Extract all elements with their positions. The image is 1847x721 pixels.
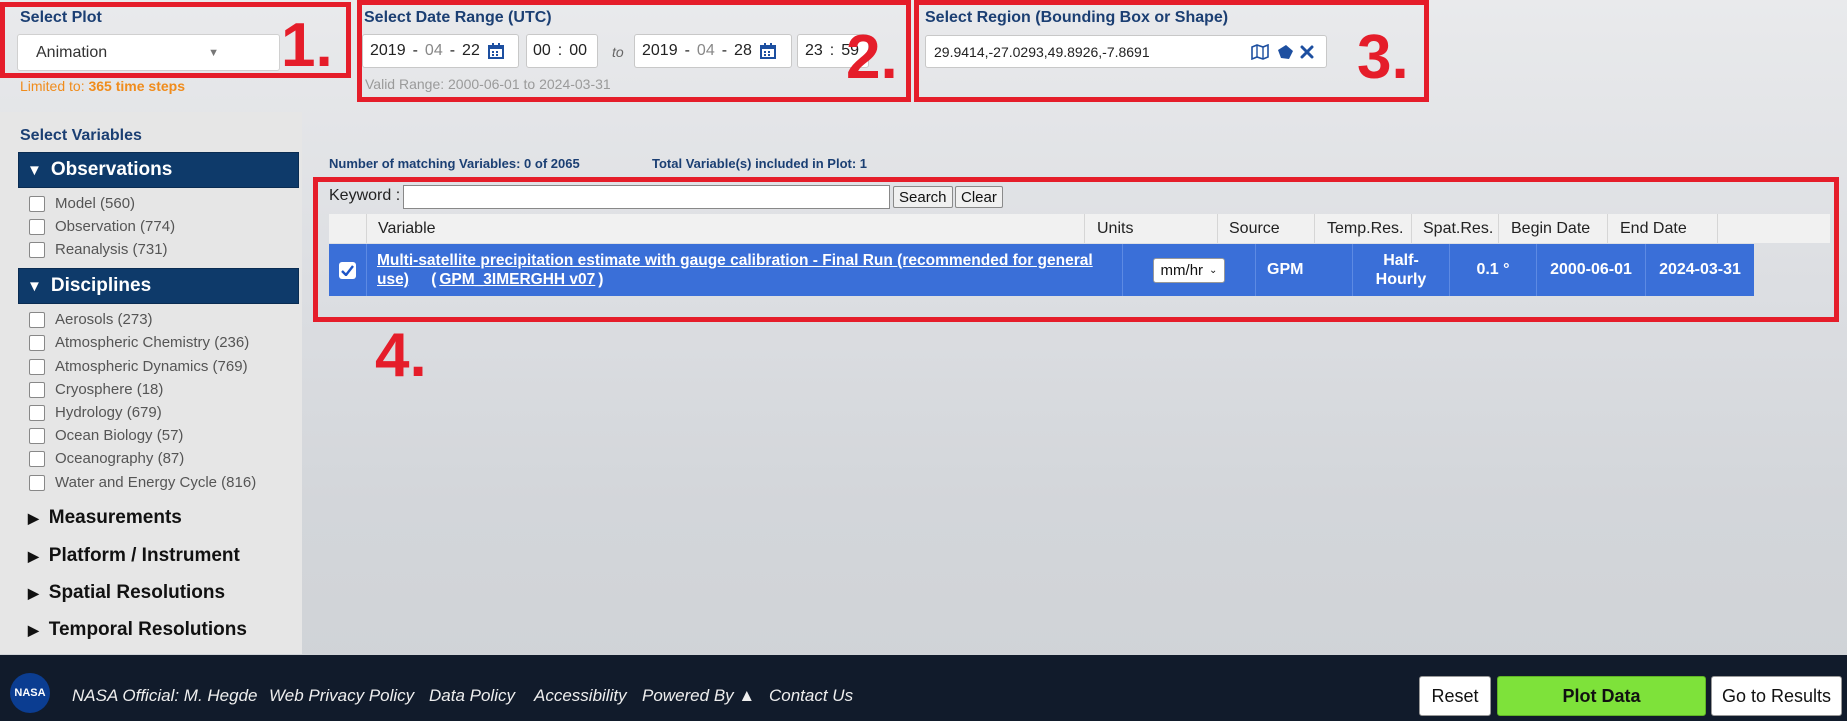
collapsed-label: Measurements: [48, 507, 182, 528]
filter-label: Hydrology (679): [55, 404, 162, 421]
annotation-box-3: [914, 0, 1429, 102]
collapsed-label: Spatial Resolutions: [48, 582, 226, 603]
checkbox[interactable]: [29, 195, 45, 212]
filter-label: Model (560): [55, 195, 136, 212]
checkbox[interactable]: [29, 311, 45, 328]
collapsed-label: Platform / Instrument: [48, 545, 240, 566]
annotation-number-2: 2.: [846, 23, 898, 92]
filter-label: Atmospheric Dynamics (769): [55, 358, 248, 375]
footer-link-accessibility[interactable]: Accessibility: [534, 686, 627, 706]
collapsed-label: Temporal Resolutions: [48, 619, 247, 640]
limit-prefix: Limited to:: [20, 78, 89, 94]
annotation-box-4: [313, 177, 1839, 322]
matching-variables-count: Number of matching Variables: 0 of 2065: [329, 156, 580, 171]
temporal-resolutions-toggle[interactable]: ▶ Temporal Resolutions: [28, 619, 247, 641]
footer-link-powered-by[interactable]: Powered By ▲: [642, 686, 755, 706]
filter-label: Observation (774): [55, 218, 176, 235]
total-variables-count: Total Variable(s) included in Plot: 1: [652, 156, 868, 171]
filter-atmospheric-chemistry[interactable]: Atmospheric Chemistry (236): [29, 334, 249, 351]
checkbox[interactable]: [29, 427, 45, 444]
triangle-right-icon: ▶: [28, 509, 39, 526]
filter-hydrology[interactable]: Hydrology (679): [29, 404, 162, 421]
disciplines-header[interactable]: ▼ Disciplines: [18, 268, 299, 304]
checkbox[interactable]: [29, 404, 45, 421]
annotation-number-1: 1.: [281, 11, 333, 80]
disciplines-label: Disciplines: [50, 275, 152, 296]
filter-label: Atmospheric Chemistry (236): [55, 334, 250, 351]
filter-water-energy-cycle[interactable]: Water and Energy Cycle (816): [29, 474, 256, 491]
filter-observation[interactable]: Observation (774): [29, 218, 175, 235]
filter-label: Cryosphere (18): [55, 381, 164, 398]
filter-reanalysis[interactable]: Reanalysis (731): [29, 241, 168, 258]
checkbox[interactable]: [29, 358, 45, 375]
triangle-down-icon: ▼: [27, 161, 42, 179]
annotation-number-4: 4.: [375, 321, 427, 390]
nasa-logo-text: NASA: [14, 687, 46, 699]
plot-limit-text: Limited to: 365 time steps: [20, 78, 185, 94]
footer-link-contact[interactable]: Contact Us: [769, 686, 853, 706]
footer-link-official[interactable]: NASA Official: M. Hegde: [72, 686, 258, 706]
filter-label: Water and Energy Cycle (816): [55, 474, 257, 491]
checkbox[interactable]: [29, 474, 45, 491]
checkbox[interactable]: [29, 381, 45, 398]
filter-aerosols[interactable]: Aerosols (273): [29, 311, 153, 328]
footer-link-privacy[interactable]: Web Privacy Policy: [269, 686, 414, 706]
annotation-number-3: 3.: [1357, 23, 1409, 92]
checkbox[interactable]: [29, 450, 45, 467]
platform-instrument-toggle[interactable]: ▶ Platform / Instrument: [28, 545, 240, 567]
filter-atmospheric-dynamics[interactable]: Atmospheric Dynamics (769): [29, 358, 248, 375]
reset-button[interactable]: Reset: [1419, 676, 1491, 716]
observations-label: Observations: [50, 159, 173, 180]
filter-label: Oceanography (87): [55, 450, 185, 467]
triangle-down-icon: ▼: [27, 277, 42, 295]
filter-oceanography[interactable]: Oceanography (87): [29, 450, 184, 467]
triangle-right-icon: ▶: [28, 584, 39, 601]
observations-header[interactable]: ▼ Observations: [18, 152, 299, 188]
filter-label: Aerosols (273): [55, 311, 153, 328]
checkbox[interactable]: [29, 241, 45, 258]
filter-label: Reanalysis (731): [55, 241, 168, 258]
select-variables-title: Select Variables: [20, 127, 142, 144]
nasa-logo[interactable]: NASA: [10, 673, 50, 713]
filter-cryosphere[interactable]: Cryosphere (18): [29, 381, 163, 398]
go-to-results-button[interactable]: Go to Results: [1711, 676, 1842, 716]
footer-link-data-policy[interactable]: Data Policy: [429, 686, 515, 706]
limit-value: 365 time steps: [88, 78, 185, 94]
plot-data-button[interactable]: Plot Data: [1497, 676, 1706, 716]
measurements-toggle[interactable]: ▶ Measurements: [28, 507, 182, 529]
annotation-box-2: [357, 0, 911, 102]
triangle-right-icon: ▶: [28, 547, 39, 564]
filter-ocean-biology[interactable]: Ocean Biology (57): [29, 427, 183, 444]
triangle-right-icon: ▶: [28, 621, 39, 638]
checkbox[interactable]: [29, 334, 45, 351]
filter-model[interactable]: Model (560): [29, 195, 135, 212]
checkbox[interactable]: [29, 218, 45, 235]
filter-label: Ocean Biology (57): [55, 427, 184, 444]
spatial-resolutions-toggle[interactable]: ▶ Spatial Resolutions: [28, 582, 225, 604]
